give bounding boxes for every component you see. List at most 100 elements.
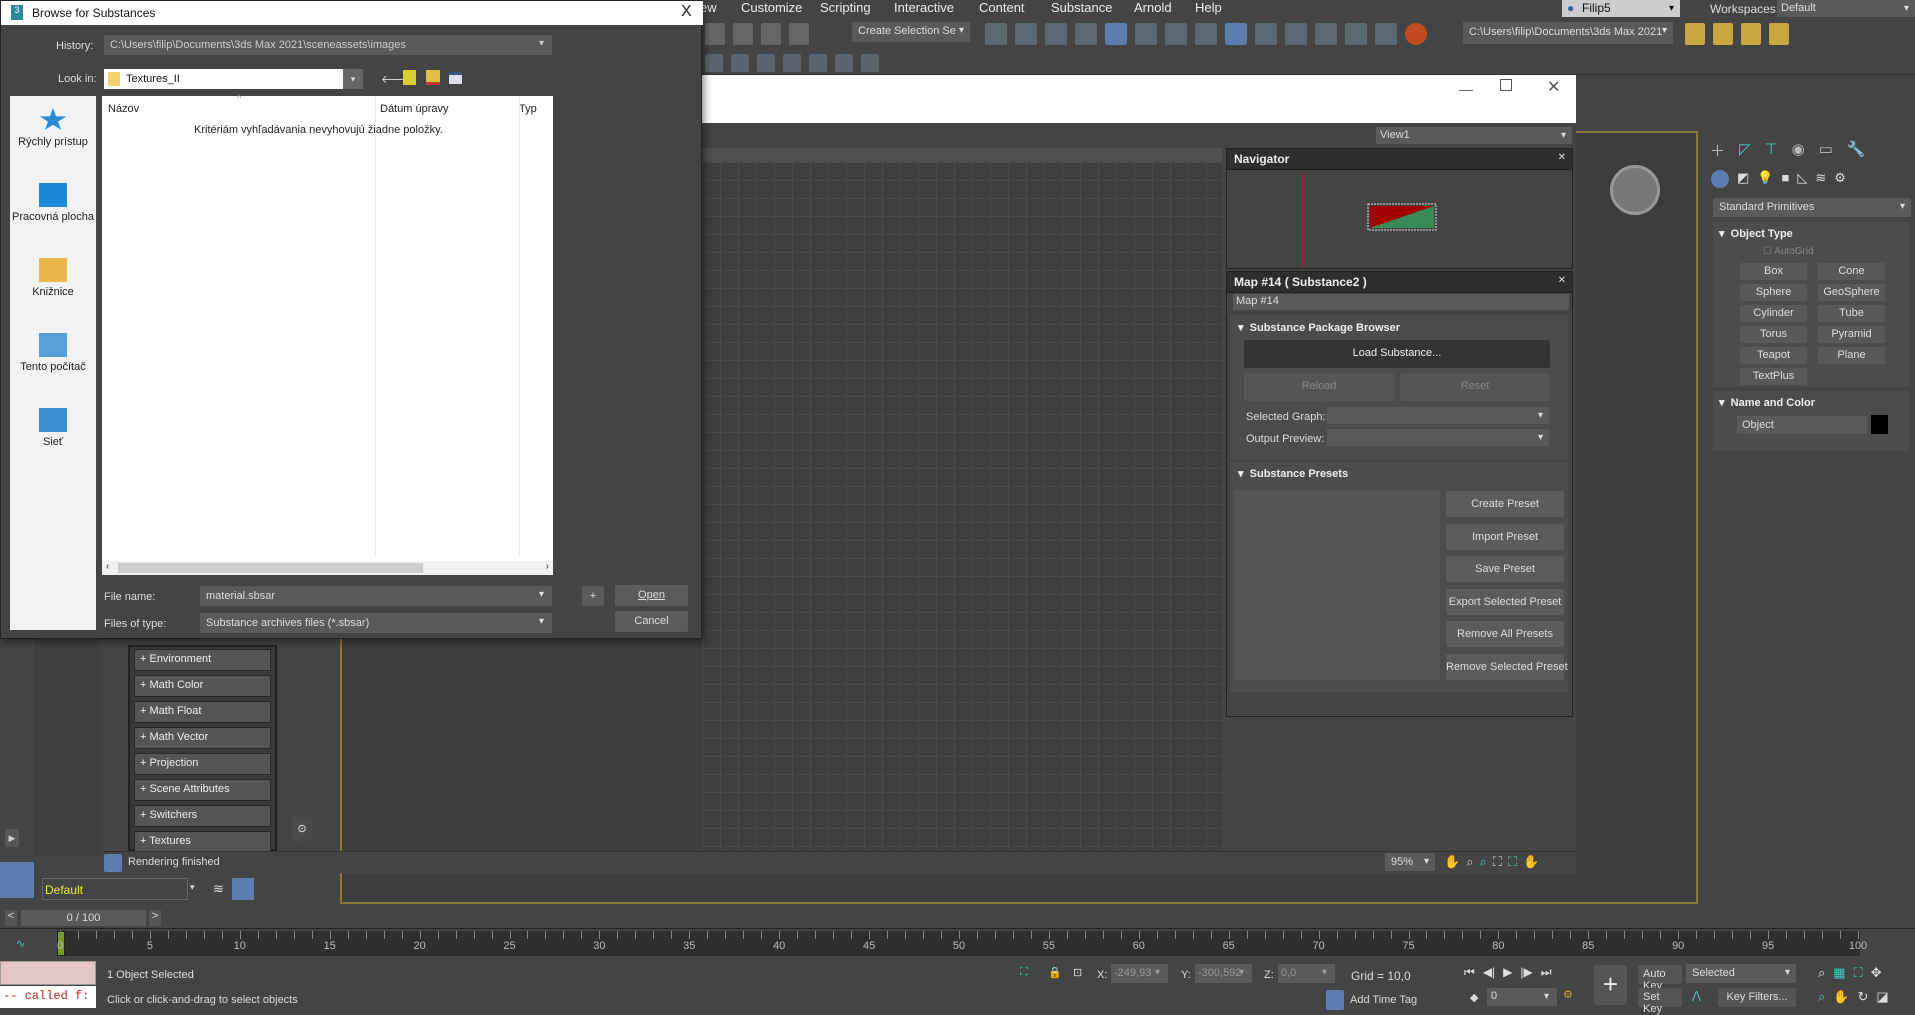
layer-explorer-icon[interactable] xyxy=(1075,23,1097,45)
primitive-tube-button[interactable]: Tube xyxy=(1818,305,1885,322)
package-browser-toggle[interactable]: ▾ Substance Package Browser xyxy=(1238,321,1400,334)
open-button[interactable]: Open xyxy=(615,585,688,606)
shapes-icon[interactable]: ◩ xyxy=(1737,170,1749,188)
pan-all-icon[interactable]: ✋ xyxy=(1523,854,1539,870)
minimize-icon[interactable]: — xyxy=(1459,81,1473,97)
maxscript-mini-listener[interactable]: -- called f: xyxy=(0,986,96,1008)
render-activeshade-icon[interactable] xyxy=(1345,23,1367,45)
save-preset-button[interactable]: Save Preset xyxy=(1446,556,1564,582)
selected-graph-dropdown[interactable] xyxy=(1327,407,1549,424)
file-list[interactable]: Názov ^ Dátum úpravy Typ Kritériám vyhľa… xyxy=(102,93,553,575)
curve-editor-icon[interactable] xyxy=(1135,23,1157,45)
z-coordinate-field[interactable]: 0,0 xyxy=(1278,964,1335,983)
up-folder-icon[interactable] xyxy=(403,70,416,85)
menu-help[interactable]: Help xyxy=(1195,0,1222,15)
curve-editor-icon[interactable]: ∿ xyxy=(16,937,25,950)
orbit-subobject-icon[interactable]: ↻ xyxy=(1857,989,1868,1005)
spinner-snap-icon[interactable] xyxy=(761,23,781,45)
menu-substance[interactable]: Substance xyxy=(1051,0,1112,15)
cameras-icon[interactable]: ■ xyxy=(1781,170,1789,188)
layer-field[interactable]: Default xyxy=(42,878,188,900)
primitive-cylinder-button[interactable]: Cylinder xyxy=(1740,305,1807,322)
autogrid-checkbox[interactable]: ☐ AutoGrid xyxy=(1763,246,1814,257)
place-2[interactable]: Knižnice xyxy=(10,258,96,298)
binoculars-icon[interactable]: ⊙ xyxy=(292,817,312,841)
material-editor-icon[interactable] xyxy=(1225,23,1247,45)
spacewarps-icon[interactable]: ≋ xyxy=(1815,170,1826,188)
map-close-icon[interactable]: ✕ xyxy=(1558,275,1566,286)
rendered-frame-window-icon[interactable] xyxy=(1285,23,1307,45)
object-name-field[interactable]: Object xyxy=(1737,416,1867,434)
isolate-selection-icon[interactable]: ⛶ xyxy=(1020,966,1028,979)
import-preset-button[interactable]: Import Preset xyxy=(1446,523,1564,550)
named-selection-icon[interactable] xyxy=(789,23,809,45)
column-name[interactable]: Názov xyxy=(108,103,139,115)
viewport-pan-icon[interactable]: ✋ xyxy=(1833,989,1849,1005)
reset-button[interactable]: Reset xyxy=(1400,373,1550,401)
timeline-ruler[interactable]: 0 5 10 15 20 25 30 35 40 45 50 55 60 65 70 75 80 85 90 95 10… xyxy=(57,931,1867,956)
auto-key-button[interactable]: Auto Key xyxy=(1638,965,1682,992)
material-sample-icon[interactable] xyxy=(809,54,827,72)
selection-set-dropdown[interactable]: Create Selection Se xyxy=(852,22,970,42)
orbit-icon[interactable]: ✥ xyxy=(1871,965,1882,981)
node-graph[interactable] xyxy=(702,162,1222,851)
lights-icon[interactable]: 💡 xyxy=(1757,170,1773,188)
primitive-teapot-button[interactable]: Teapot xyxy=(1740,347,1807,364)
absolute-mode-icon[interactable]: ⊡ xyxy=(1073,966,1082,979)
time-slider[interactable]: < 0 / 100 > xyxy=(5,910,161,926)
node-category-item[interactable]: + Textures xyxy=(134,831,271,853)
user-account-dropdown[interactable]: ● Filip5 xyxy=(1562,0,1680,17)
presets-list[interactable] xyxy=(1234,490,1440,680)
render-teapot-icon[interactable] xyxy=(104,854,122,872)
project-structure-icon[interactable] xyxy=(1741,23,1761,45)
primitive-box-button[interactable]: Box xyxy=(1740,263,1807,280)
view-menu-icon[interactable] xyxy=(449,72,462,84)
zoom-extents-all-icon[interactable]: ⛶ xyxy=(1854,965,1863,981)
layer-dropdown-arrow[interactable]: ▾ xyxy=(190,882,195,893)
primitive-plane-button[interactable]: Plane xyxy=(1818,347,1885,364)
object-type-toggle[interactable]: ▾ Object Type xyxy=(1719,227,1793,240)
object-color-swatch[interactable] xyxy=(1871,415,1888,434)
menu-arnold[interactable]: Arnold xyxy=(1134,0,1172,15)
render-production-icon[interactable] xyxy=(1315,23,1337,45)
maximize-viewport-icon[interactable]: ◪ xyxy=(1876,989,1888,1005)
close-icon[interactable]: ✕ xyxy=(1547,77,1560,97)
sphere-material-icon[interactable] xyxy=(757,54,775,72)
set-project-icon[interactable] xyxy=(1713,23,1733,45)
primitive-pyramid-button[interactable]: Pyramid xyxy=(1818,326,1885,343)
pan-icon[interactable]: ✋ xyxy=(1444,854,1460,870)
zoom-icon[interactable]: ⌕ xyxy=(1466,854,1473,870)
add-time-tag[interactable]: Add Time Tag xyxy=(1350,994,1417,1006)
node-category-item[interactable]: + Math Color xyxy=(134,675,271,697)
utilities-tab-icon[interactable]: 🔧 xyxy=(1847,140,1866,161)
zoom-region-icon[interactable]: ⌕ xyxy=(1479,854,1486,870)
mirror-icon[interactable] xyxy=(985,23,1007,45)
play-icon[interactable]: ▶ xyxy=(1503,965,1512,980)
map-name-field[interactable]: Map #14 xyxy=(1233,294,1569,310)
output-preview-dropdown[interactable] xyxy=(1327,429,1549,446)
project-tree-icon[interactable] xyxy=(1769,23,1789,45)
project-folder-icon[interactable] xyxy=(1685,23,1705,45)
set-key-button[interactable]: Set Key xyxy=(1638,988,1682,1015)
remove-selected-preset-button[interactable]: Remove Selected Preset xyxy=(1446,653,1568,680)
render-setup-icon[interactable] xyxy=(1255,23,1277,45)
modify-tab-icon[interactable]: ◸ xyxy=(1739,140,1751,161)
scroll-right-icon[interactable]: › xyxy=(546,561,549,572)
dope-sheet-icon[interactable] xyxy=(1165,23,1187,45)
primitive-textplus-button[interactable]: TextPlus xyxy=(1740,368,1807,385)
load-substance-button[interactable]: Load Substance... xyxy=(1244,340,1550,368)
zoom-extents-selected-icon[interactable]: ⛶ xyxy=(1508,854,1517,870)
name-color-toggle[interactable]: ▾ Name and Color xyxy=(1719,396,1815,409)
look-in-dropdown[interactable]: Textures_II ▾ xyxy=(104,69,363,89)
toggle-ribbon-icon[interactable] xyxy=(1105,23,1127,45)
maximize-icon[interactable] xyxy=(1500,79,1512,91)
workspace-dropdown[interactable]: Default xyxy=(1777,0,1915,17)
remove-all-presets-button[interactable]: Remove All Presets xyxy=(1446,621,1564,647)
snap-angle-icon[interactable] xyxy=(705,23,725,45)
render-iterative-icon[interactable] xyxy=(1375,23,1397,45)
create-preset-button[interactable]: Create Preset xyxy=(1446,491,1564,517)
time-configuration-icon[interactable]: ⚙ xyxy=(1563,988,1573,1001)
scroll-left-icon[interactable]: ‹ xyxy=(106,561,109,572)
scrollbar-thumb[interactable] xyxy=(118,563,423,573)
node-category-item[interactable]: + Projection xyxy=(134,753,271,775)
